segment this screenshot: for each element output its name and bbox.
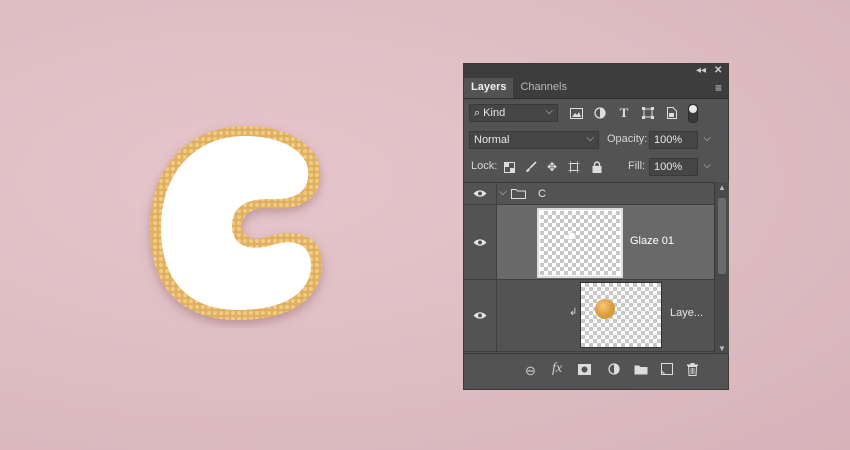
layer-name: Laye...	[670, 307, 704, 319]
mask-icon[interactable]	[578, 363, 591, 378]
search-icon: ⌕	[474, 106, 481, 119]
panel-titlebar: ◂◂ ✕	[464, 64, 728, 78]
chevron-down-icon[interactable]: ⌵	[703, 160, 711, 171]
layer-group-row[interactable]: ⌵ C	[464, 183, 714, 205]
layer-thumbnail[interactable]	[539, 210, 621, 276]
layer-name: Glaze 01	[630, 235, 675, 247]
cookie-letter-c	[150, 126, 323, 320]
filter-kind-dropdown[interactable]: ⌕ Kind ⌵	[469, 104, 558, 122]
blend-row: Normal ⌵ Opacity: 100% ⌵	[464, 130, 728, 150]
fill-input[interactable]: 100% ⌵	[649, 158, 711, 176]
chevron-down-icon: ⌵	[586, 133, 594, 144]
layer-thumbnail[interactable]	[580, 282, 662, 348]
layer-row[interactable]: ↲ Laye...	[464, 280, 714, 352]
fill-label: Fill:	[628, 160, 646, 172]
blend-mode-value: Normal	[474, 134, 510, 146]
adjustment-icon[interactable]	[608, 363, 620, 378]
adjustment-filter-icon[interactable]	[592, 105, 608, 121]
scroll-down-icon[interactable]: ▼	[718, 344, 726, 353]
visibility-toggle[interactable]	[464, 280, 497, 351]
image-filter-icon[interactable]	[568, 105, 584, 121]
collapse-icon[interactable]: ◂◂	[696, 65, 706, 76]
folder-icon	[511, 189, 526, 199]
lock-row: Lock: ✥ Fill: 100% ⌵	[464, 157, 728, 177]
lock-all-icon[interactable]	[589, 159, 605, 175]
visibility-toggle[interactable]	[464, 205, 497, 279]
lock-artboard-icon[interactable]	[566, 159, 582, 175]
layer-row-selected[interactable]: Glaze 01	[464, 205, 714, 280]
filter-row: ⌕ Kind ⌵ T	[464, 103, 728, 123]
lock-pixels-icon[interactable]	[501, 159, 517, 175]
eye-icon	[473, 238, 487, 246]
layers-list: ⌵ C Glaze 01 ↲ Laye...	[464, 182, 714, 355]
layer-name: C	[538, 188, 546, 200]
opacity-input[interactable]: 100% ⌵	[649, 131, 711, 149]
filter-kind-label: Kind	[483, 107, 506, 119]
layers-panel: ◂◂ ✕ Layers Channels ≡ ⌕ Kind ⌵ T Normal…	[463, 63, 729, 390]
lock-label: Lock:	[471, 160, 498, 172]
tab-layers[interactable]: Layers	[464, 78, 514, 98]
filter-toggle-icon[interactable]	[688, 104, 698, 123]
shape-filter-icon[interactable]	[640, 105, 656, 121]
panel-footer: ⊖ fx	[464, 353, 728, 389]
link-icon[interactable]: ⊖	[525, 363, 536, 379]
close-icon[interactable]: ✕	[714, 65, 722, 76]
blend-mode-dropdown[interactable]: Normal ⌵	[469, 131, 599, 149]
chevron-down-icon[interactable]: ⌵	[703, 133, 711, 144]
smart-object-filter-icon[interactable]	[664, 105, 680, 121]
opacity-value: 100%	[654, 134, 683, 146]
new-group-icon[interactable]	[634, 363, 648, 378]
chevron-down-icon[interactable]: ⌵	[499, 187, 507, 198]
new-layer-icon[interactable]	[661, 363, 673, 378]
trash-icon[interactable]	[687, 363, 698, 379]
scroll-up-icon[interactable]: ▲	[718, 183, 726, 192]
panel-menu-icon[interactable]: ≡	[715, 81, 722, 95]
clip-arrow-icon: ↲	[569, 307, 578, 318]
scroll-thumb[interactable]	[718, 198, 726, 274]
lock-brush-icon[interactable]	[523, 159, 539, 175]
tab-channels[interactable]: Channels	[513, 78, 573, 98]
eye-icon	[473, 190, 487, 197]
chevron-down-icon: ⌵	[545, 106, 553, 117]
fill-value: 100%	[654, 161, 683, 173]
fx-icon[interactable]: fx	[552, 361, 562, 377]
opacity-label: Opacity:	[607, 133, 648, 145]
type-filter-icon[interactable]: T	[616, 105, 632, 121]
layers-scrollbar[interactable]: ▲ ▼	[714, 182, 729, 354]
eye-icon	[473, 312, 487, 319]
lock-position-icon[interactable]: ✥	[544, 159, 560, 175]
panel-tabs: Layers Channels ≡	[464, 78, 728, 99]
visibility-toggle[interactable]	[464, 183, 497, 204]
